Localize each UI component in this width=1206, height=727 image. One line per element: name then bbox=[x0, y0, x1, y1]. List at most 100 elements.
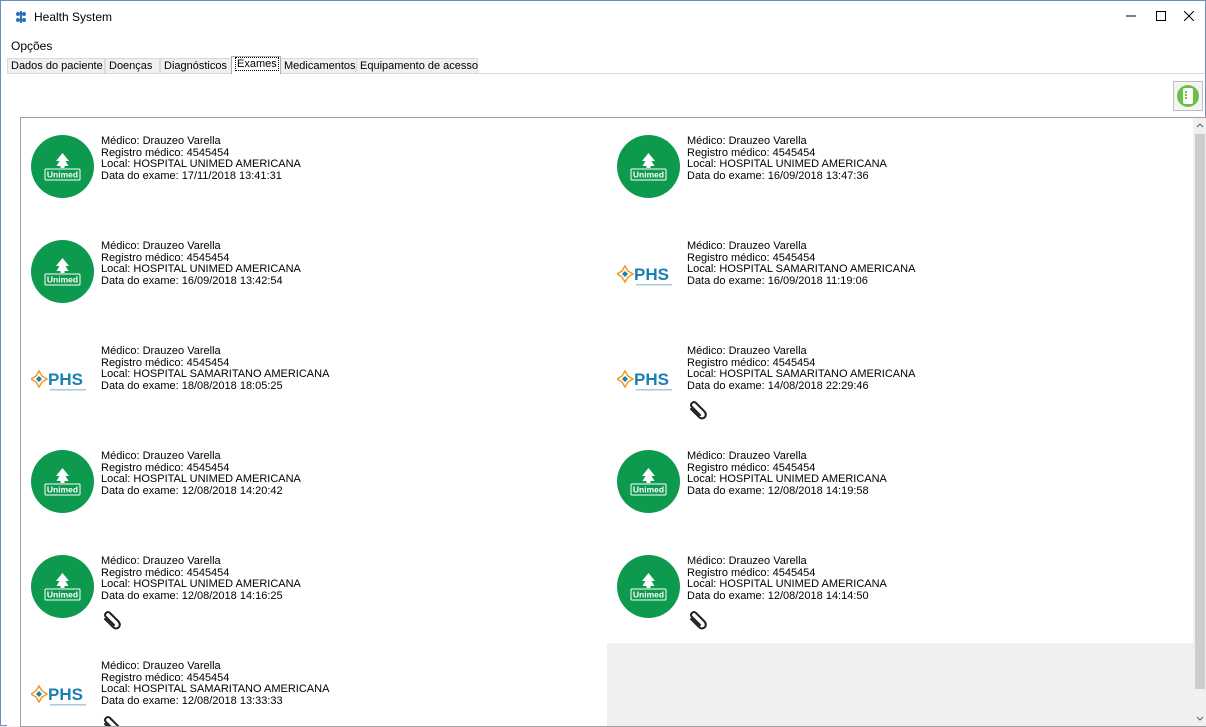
exam-doctor: Médico: Drauzeo Varella bbox=[101, 555, 221, 567]
exam-date: Data do exame: 12/08/2018 14:16:25 bbox=[101, 589, 283, 602]
exam-doctor: Médico: Drauzeo Varella bbox=[101, 240, 221, 252]
tab-medicamentos[interactable]: Medicamentos bbox=[280, 58, 357, 73]
exam-card[interactable]: Unimed Médico: Drauzeo Varella Registro mé… bbox=[607, 433, 1193, 536]
svg-text:PHS: PHS bbox=[634, 370, 669, 389]
unimed-logo: Unimed bbox=[31, 555, 94, 618]
unimed-logo: Unimed bbox=[617, 135, 680, 198]
menu-options[interactable]: Opções bbox=[11, 39, 52, 53]
svg-text:Unimed: Unimed bbox=[47, 275, 78, 285]
exam-location: Local: HOSPITAL SAMARITANO AMERICANA bbox=[101, 683, 330, 695]
exam-card[interactable]: Unimed Médico: Drauzeo Varella Registro mé… bbox=[21, 223, 607, 326]
svg-text:Unimed: Unimed bbox=[47, 485, 78, 495]
exam-location: Local: HOSPITAL UNIMED AMERICANA bbox=[687, 473, 887, 485]
exam-info: Médico: Drauzeo Varella Registro médico: … bbox=[101, 450, 301, 497]
tab-doencas[interactable]: Doenças bbox=[105, 58, 160, 73]
phs-logo: PHS bbox=[615, 240, 680, 303]
exam-doctor: Médico: Drauzeo Varella bbox=[687, 345, 807, 357]
exam-date: Data do exame: 16/09/2018 13:42:54 bbox=[101, 274, 283, 287]
close-icon bbox=[1184, 11, 1194, 21]
chevron-up-icon bbox=[1196, 123, 1204, 128]
exam-doctor: Médico: Drauzeo Varella bbox=[687, 450, 807, 462]
phs-logo: PHS bbox=[29, 345, 94, 408]
exam-card[interactable]: Unimed Médico: Drauzeo Varella Registro mé… bbox=[21, 433, 607, 536]
exam-date: Data do exame: 14/08/2018 22:29:46 bbox=[687, 379, 869, 392]
scroll-thumb[interactable] bbox=[1195, 134, 1205, 689]
chevron-down-icon bbox=[1196, 716, 1204, 721]
attachment-icon[interactable] bbox=[687, 610, 709, 632]
exam-location: Local: HOSPITAL UNIMED AMERICANA bbox=[101, 473, 301, 485]
title-bar[interactable]: Health System bbox=[1, 1, 1205, 31]
scroll-down-button[interactable] bbox=[1193, 710, 1206, 726]
exam-card[interactable]: Unimed Médico: Drauzeo Varella Registro mé… bbox=[21, 118, 607, 221]
exam-info: Médico: Drauzeo Varella Registro médico: … bbox=[687, 240, 916, 287]
unimed-logo: Unimed bbox=[617, 555, 680, 618]
svg-text:Unimed: Unimed bbox=[47, 590, 78, 600]
exam-card[interactable]: PHS Médico: Drauzeo Varella Registro médic… bbox=[21, 328, 607, 431]
scroll-up-button[interactable] bbox=[1193, 118, 1206, 134]
exam-card[interactable]: PHS Médico: Drauzeo Varella Registro médic… bbox=[607, 328, 1193, 431]
exam-card[interactable]: Unimed Médico: Drauzeo Varella Registro mé… bbox=[21, 538, 607, 641]
exam-location: Local: HOSPITAL UNIMED AMERICANA bbox=[101, 158, 301, 170]
tab-exames[interactable]: Exames bbox=[231, 56, 281, 74]
exam-info: Médico: Drauzeo Varella Registro médico: … bbox=[687, 555, 887, 602]
exam-date: Data do exame: 12/08/2018 13:33:33 bbox=[101, 694, 283, 707]
exam-doctor: Médico: Drauzeo Varella bbox=[101, 345, 221, 357]
svg-text:Unimed: Unimed bbox=[633, 485, 664, 495]
exam-card[interactable]: PHS Médico: Drauzeo Varella Registro médic… bbox=[21, 643, 607, 726]
exam-date: Data do exame: 12/08/2018 14:14:50 bbox=[687, 589, 869, 602]
exam-doctor: Médico: Drauzeo Varella bbox=[687, 240, 807, 252]
tab-dados-do-paciente[interactable]: Dados do paciente bbox=[7, 58, 105, 73]
svg-text:Unimed: Unimed bbox=[47, 170, 78, 180]
close-button[interactable] bbox=[1167, 1, 1206, 31]
exam-info: Médico: Drauzeo Varella Registro médico: … bbox=[687, 345, 915, 392]
exam-card[interactable]: Unimed Médico: Drauzeo Varella Registro mé… bbox=[607, 538, 1193, 641]
exam-info: Médico: Drauzeo Varella Registro médico: … bbox=[101, 555, 301, 602]
empty-list-area bbox=[607, 643, 1193, 726]
sync-device-button[interactable] bbox=[1173, 81, 1203, 111]
vertical-scrollbar[interactable] bbox=[1193, 118, 1206, 726]
exam-location: Local: HOSPITAL UNIMED AMERICANA bbox=[101, 578, 301, 590]
maximize-icon bbox=[1156, 11, 1166, 21]
attachment-icon[interactable] bbox=[101, 610, 123, 632]
exam-info: Médico: Drauzeo Varella Registro médico: … bbox=[101, 660, 330, 707]
svg-text:PHS: PHS bbox=[48, 685, 83, 704]
window-title: Health System bbox=[34, 10, 113, 24]
exam-doctor: Médico: Drauzeo Varella bbox=[687, 555, 807, 567]
svg-text:Unimed: Unimed bbox=[633, 170, 664, 180]
exam-date: Data do exame: 18/08/2018 18:05:25 bbox=[101, 379, 283, 392]
exam-date: Data do exame: 16/09/2018 11:19:06 bbox=[687, 274, 868, 287]
exam-location: Local: HOSPITAL UNIMED AMERICANA bbox=[687, 158, 887, 170]
tab-equipamento-de-acesso[interactable]: Equipamento de acesso bbox=[356, 58, 478, 73]
exam-doctor: Médico: Drauzeo Varella bbox=[101, 660, 221, 672]
exam-card[interactable]: PHS Médico: Drauzeo Varella Registro médic… bbox=[607, 223, 1193, 326]
exam-info: Médico: Drauzeo Varella Registro médico: … bbox=[101, 345, 330, 392]
exam-date: Data do exame: 16/09/2018 13:47:36 bbox=[687, 169, 869, 182]
svg-text:PHS: PHS bbox=[48, 370, 83, 389]
attachment-icon[interactable] bbox=[687, 400, 709, 422]
unimed-logo: Unimed bbox=[31, 240, 94, 303]
exam-info: Médico: Drauzeo Varella Registro médico: … bbox=[101, 135, 301, 182]
exam-info: Médico: Drauzeo Varella Registro médico: … bbox=[101, 240, 301, 287]
svg-text:PHS: PHS bbox=[634, 265, 669, 284]
exam-location: Local: HOSPITAL SAMARITANO AMERICANA bbox=[101, 368, 330, 380]
exam-doctor: Médico: Drauzeo Varella bbox=[101, 450, 221, 462]
exam-card[interactable]: Unimed Médico: Drauzeo Varella Registro mé… bbox=[607, 118, 1193, 221]
phs-logo: PHS bbox=[615, 345, 680, 408]
exams-list[interactable]: Unimed Médico: Drauzeo Varella Registro mé… bbox=[20, 117, 1206, 727]
unimed-logo: Unimed bbox=[617, 450, 680, 513]
unimed-logo: Unimed bbox=[31, 135, 94, 198]
sync-device-icon bbox=[1173, 81, 1203, 111]
exam-location: Local: HOSPITAL UNIMED AMERICANA bbox=[101, 263, 301, 275]
phs-logo: PHS bbox=[29, 660, 94, 723]
minimize-icon bbox=[1126, 15, 1136, 17]
exam-location: Local: HOSPITAL SAMARITANO AMERICANA bbox=[687, 263, 916, 275]
unimed-logo: Unimed bbox=[31, 450, 94, 513]
exam-date: Data do exame: 12/08/2018 14:19:58 bbox=[687, 484, 869, 497]
app-window: Health System Opções Dados do paciente D… bbox=[0, 0, 1206, 727]
exam-info: Médico: Drauzeo Varella Registro médico: … bbox=[687, 135, 887, 182]
exam-date: Data do exame: 17/11/2018 13:41:31 bbox=[101, 169, 282, 182]
svg-text:Unimed: Unimed bbox=[633, 590, 664, 600]
exam-doctor: Médico: Drauzeo Varella bbox=[101, 135, 221, 147]
tab-diagnosticos[interactable]: Diagnósticos bbox=[160, 58, 232, 73]
attachment-icon[interactable] bbox=[101, 715, 123, 726]
